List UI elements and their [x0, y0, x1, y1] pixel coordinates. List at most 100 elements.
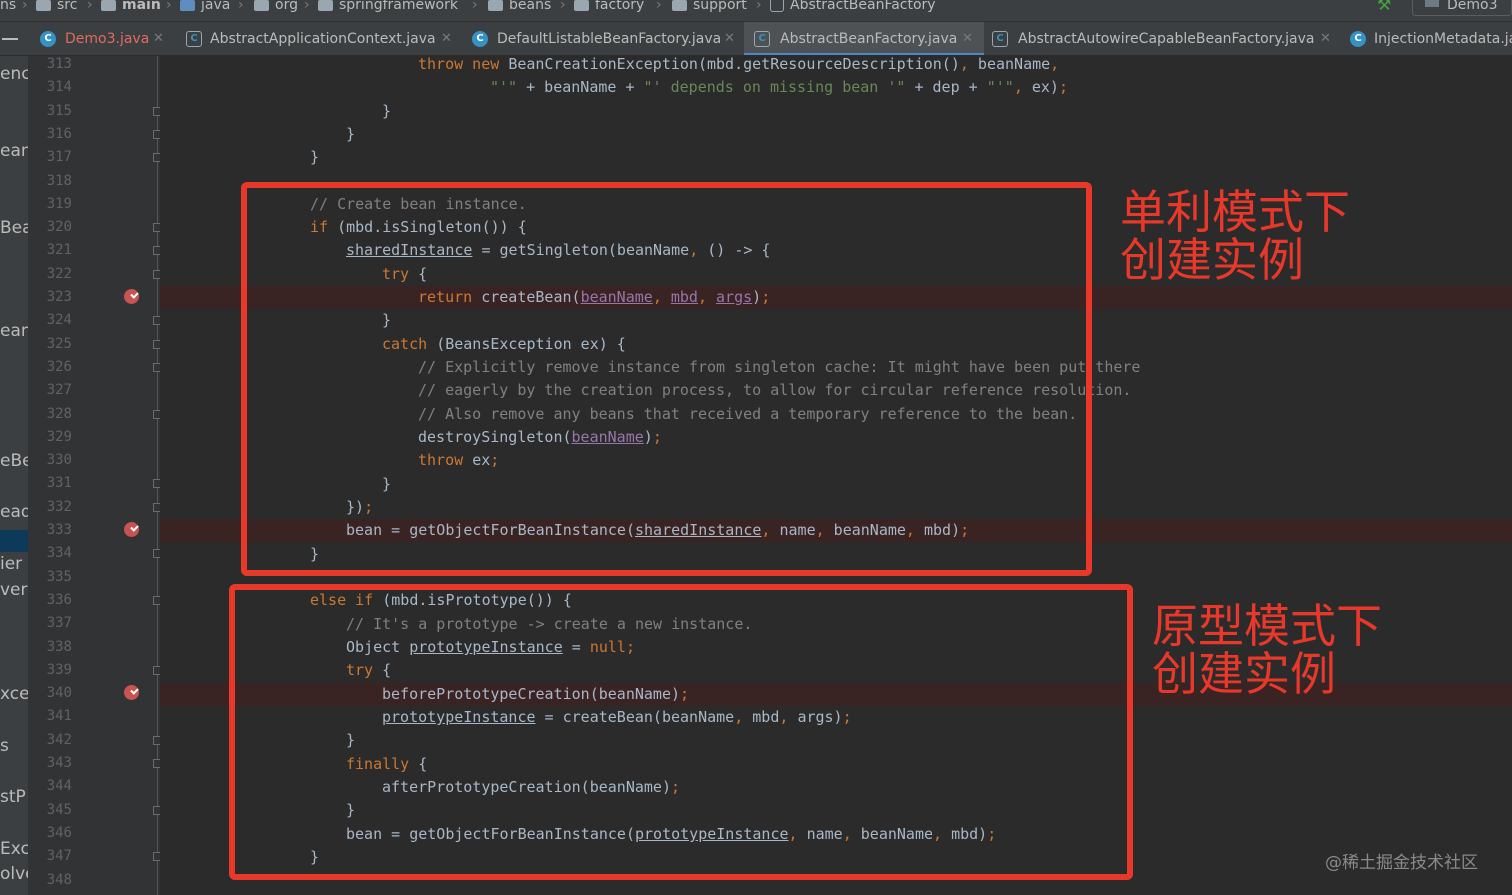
line-number: 346 — [46, 824, 72, 841]
structure-item[interactable]: ean — [0, 321, 28, 341]
line-number: 324 — [46, 312, 72, 329]
code-line-314: "'" + beanName + "' depends on missing b… — [490, 78, 1068, 96]
line-number: 341 — [46, 708, 72, 725]
structure-item[interactable]: xce — [0, 684, 28, 704]
tab-menu-icon[interactable] — [2, 38, 18, 40]
line-number: 342 — [46, 731, 72, 748]
breakpoint-icon[interactable] — [124, 289, 139, 304]
line-number: 334 — [46, 545, 72, 562]
tab-abstract-bean-factory[interactable]: C AbstractBeanFactory.java ✕ — [744, 22, 984, 55]
line-number: 322 — [46, 265, 72, 282]
class-icon: C — [1350, 31, 1366, 47]
line-number: 316 — [46, 125, 72, 142]
line-number: 345 — [46, 801, 72, 818]
line-number: 319 — [46, 195, 72, 212]
breadcrumb-item-springframework[interactable]: springframework — [318, 0, 458, 16]
structure-panel-stripe[interactable]: enc ean Bea ean eBe ead ier ver xce s st… — [0, 56, 28, 895]
structure-item[interactable]: Exc — [0, 839, 28, 859]
structure-item[interactable]: ier — [0, 554, 22, 574]
tab-demo3[interactable]: C Demo3.java ✕ — [30, 22, 180, 55]
package-icon — [672, 0, 687, 11]
line-number: 320 — [46, 219, 72, 236]
line-number: 344 — [46, 778, 72, 795]
close-icon[interactable]: ✕ — [153, 22, 164, 55]
line-number: 336 — [46, 591, 72, 608]
structure-item[interactable]: Bea — [0, 218, 28, 238]
prototype-annotation: 原型模式下 创建实例 — [1152, 599, 1382, 701]
line-number: 313 — [46, 56, 72, 72]
structure-item[interactable]: ean — [0, 141, 28, 161]
line-number: 339 — [46, 661, 72, 678]
breadcrumb: ns › src › main › java › org › springfra… — [0, 0, 1512, 22]
code-line-317: } — [310, 148, 320, 166]
source-folder-icon — [180, 0, 195, 11]
abstract-class-icon: C — [186, 31, 202, 47]
structure-item[interactable]: enc — [0, 64, 28, 84]
singleton-highlight-box — [241, 182, 1092, 576]
watermark: @稀土掘金技术社区 — [1325, 853, 1478, 873]
tab-default-listable-bean-factory[interactable]: C DefaultListableBeanFactory.java ✕ — [462, 22, 744, 55]
structure-item[interactable]: ead — [0, 502, 28, 522]
editor-tab-bar: C Demo3.java ✕ C AbstractApplicationCont… — [0, 22, 1512, 56]
line-number: 338 — [46, 638, 72, 655]
close-icon[interactable]: ✕ — [1320, 22, 1331, 55]
tab-abstract-autowire-capable-bean-factory[interactable]: C AbstractAutowireCapableBeanFactory.jav… — [984, 22, 1340, 55]
package-icon — [318, 0, 333, 11]
singleton-annotation: 单利模式下 创建实例 — [1120, 185, 1350, 287]
class-icon: C — [472, 31, 488, 47]
breakpoint-icon[interactable] — [124, 522, 139, 537]
line-number: 325 — [46, 335, 72, 352]
structure-item[interactable]: s — [0, 736, 9, 756]
close-icon[interactable]: ✕ — [441, 22, 452, 55]
code-line-315: } — [382, 102, 392, 120]
structure-selected-item — [0, 530, 28, 552]
close-icon[interactable]: ✕ — [962, 22, 973, 55]
gutter-divider — [157, 56, 158, 895]
line-number: 333 — [46, 522, 72, 538]
structure-item[interactable]: eBe — [0, 451, 28, 471]
breakpoint-icon[interactable] — [124, 685, 139, 701]
run-configuration-select[interactable]: Demo3 — [1412, 0, 1512, 16]
package-icon — [488, 0, 503, 11]
breadcrumb-item-support[interactable]: support — [672, 0, 747, 16]
line-number: 347 — [46, 848, 72, 865]
package-icon — [574, 0, 589, 11]
structure-item[interactable]: stP — [0, 787, 26, 807]
tab-injection-metadata[interactable]: C InjectionMetadata.ja — [1340, 22, 1512, 55]
line-number: 337 — [46, 615, 72, 632]
line-number: 330 — [46, 452, 72, 469]
folder-icon — [36, 0, 51, 11]
line-number: 340 — [46, 685, 72, 702]
structure-item[interactable]: olve — [0, 864, 28, 884]
abstract-class-icon: C — [992, 31, 1008, 47]
breadcrumb-item-abstractbeanfactory[interactable]: AbstractBeanFactory — [770, 0, 936, 16]
breadcrumb-item-factory[interactable]: factory — [574, 0, 644, 16]
abstract-class-icon: C — [754, 31, 770, 47]
line-number: 332 — [46, 498, 72, 515]
breadcrumb-item-main[interactable]: main — [101, 0, 161, 16]
line-number: 317 — [46, 149, 72, 166]
close-icon[interactable]: ✕ — [724, 22, 735, 55]
line-number: 328 — [46, 405, 72, 422]
run-config-label: Demo3 — [1447, 0, 1498, 13]
code-line-316: } — [346, 125, 356, 143]
line-number: 315 — [46, 102, 72, 119]
breadcrumb-item-src[interactable]: src — [36, 0, 77, 16]
prototype-highlight-box — [229, 584, 1133, 880]
line-number: 327 — [46, 382, 72, 399]
structure-item[interactable]: ver — [0, 580, 28, 600]
line-number: 329 — [46, 428, 72, 445]
breadcrumb-item-java[interactable]: java — [180, 0, 230, 16]
folder-icon — [101, 0, 116, 11]
build-hammer-icon[interactable]: ⚒ — [1377, 0, 1391, 16]
line-number: 331 — [46, 475, 72, 492]
breadcrumb-item-org[interactable]: org — [254, 0, 298, 16]
breadcrumb-item-beans[interactable]: beans — [488, 0, 551, 16]
line-number: 314 — [46, 79, 72, 96]
line-number: 318 — [46, 172, 72, 189]
tab-abstract-application-context[interactable]: C AbstractApplicationContext.java ✕ — [180, 22, 462, 55]
line-number: 323 — [46, 289, 72, 305]
class-icon: C — [40, 31, 56, 47]
breadcrumb-item[interactable]: ns — [0, 0, 16, 16]
abstract-class-icon — [770, 0, 784, 12]
